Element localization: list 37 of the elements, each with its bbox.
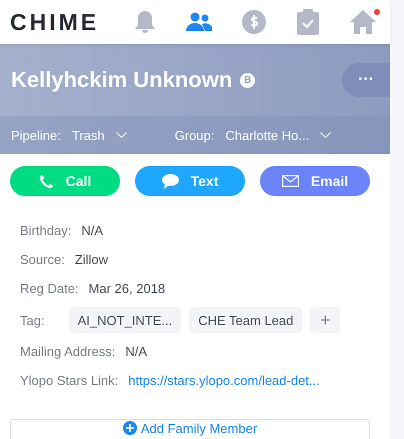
email-button[interactable]: Email xyxy=(260,166,370,196)
call-button[interactable]: Call xyxy=(10,166,120,196)
plus-circle-icon xyxy=(122,421,137,435)
field-label: Birthday: xyxy=(20,223,72,238)
envelope-icon xyxy=(282,175,299,187)
more-button[interactable]: ··· xyxy=(342,63,390,97)
field-value: Zillow xyxy=(74,252,108,267)
dollar-icon xyxy=(242,10,266,34)
field-value: Mar 26, 2018 xyxy=(88,281,166,296)
tag-chip[interactable]: CHE Team Lead xyxy=(189,307,302,333)
field-label: Ylopo Stars Link: xyxy=(20,373,118,388)
field-label: Tag: xyxy=(20,312,45,328)
phone-icon xyxy=(38,174,54,188)
add-family-member-button[interactable]: Add Family Member xyxy=(10,419,370,439)
pipeline-label: Pipeline: xyxy=(11,128,61,142)
clipboard-icon xyxy=(297,9,320,35)
field-value: N/A xyxy=(125,344,148,359)
chime-logo: CHIME xyxy=(10,8,100,36)
pipeline-value[interactable]: Trash xyxy=(72,128,105,142)
chat-bubble-icon xyxy=(162,174,179,188)
home-icon xyxy=(350,10,376,34)
field-label: Mailing Address: xyxy=(20,344,116,359)
tag-chip[interactable]: AI_NOT_INTE... xyxy=(68,307,182,333)
text-button[interactable]: Text xyxy=(135,166,245,196)
people-icon xyxy=(186,12,212,32)
group-label: Group: xyxy=(174,128,214,142)
buyer-badge: B xyxy=(240,72,256,88)
add-tag-button[interactable]: + xyxy=(310,307,340,333)
group-value[interactable]: Charlotte Ho... xyxy=(225,128,310,142)
field-label: Reg Date: xyxy=(20,281,79,296)
chevron-down-icon xyxy=(320,132,332,138)
stars-link[interactable]: https://stars.ylopo.com/lead-det... xyxy=(128,373,320,388)
contact-name: Kellyhckim Unknown xyxy=(11,67,232,93)
chevron-down-icon xyxy=(116,132,127,138)
field-value: N/A xyxy=(81,223,103,238)
bell-icon xyxy=(134,10,156,34)
field-label: Source: xyxy=(20,252,65,267)
